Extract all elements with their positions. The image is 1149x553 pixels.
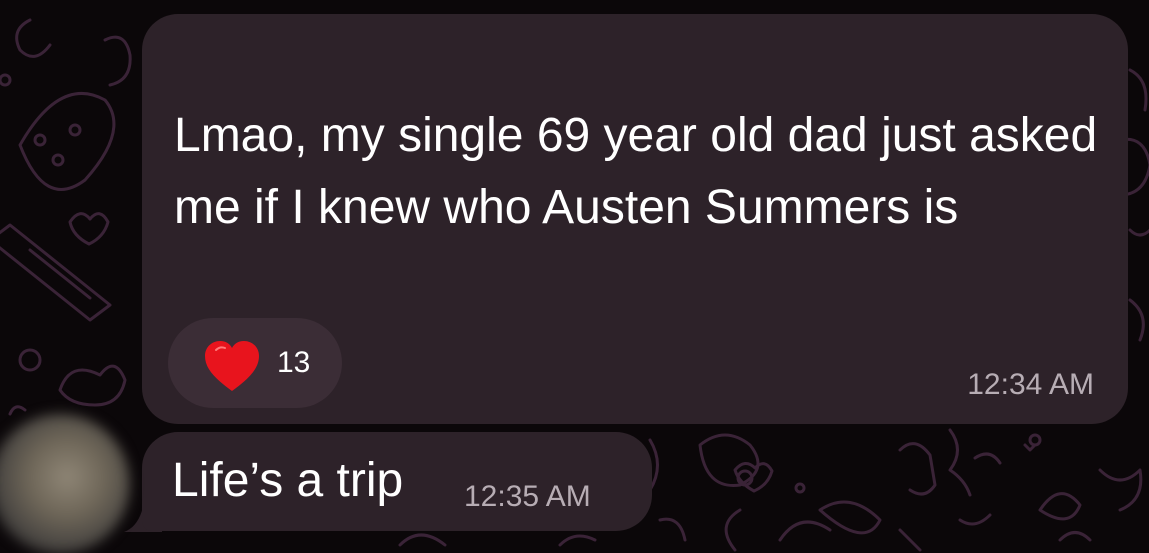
message-timestamp: 12:35 AM	[464, 480, 591, 513]
message-text: Life’s a trip	[172, 454, 404, 507]
reaction-count: 13	[277, 346, 311, 379]
chat-view: Lmao, my single 69 year old dad just ask…	[0, 0, 1149, 553]
message-bubble[interactable]: Lmao, my single 69 year old dad just ask…	[142, 14, 1128, 424]
message-bubble[interactable]: Life’s a trip 12:35 AM	[142, 432, 652, 531]
heart-icon	[205, 341, 259, 391]
message-text: Lmao, my single 69 year old dad just ask…	[174, 109, 1098, 234]
message-timestamp: 12:34 AM	[967, 368, 1094, 401]
avatar[interactable]	[0, 414, 130, 553]
reaction-pill[interactable]: 13	[168, 318, 342, 408]
